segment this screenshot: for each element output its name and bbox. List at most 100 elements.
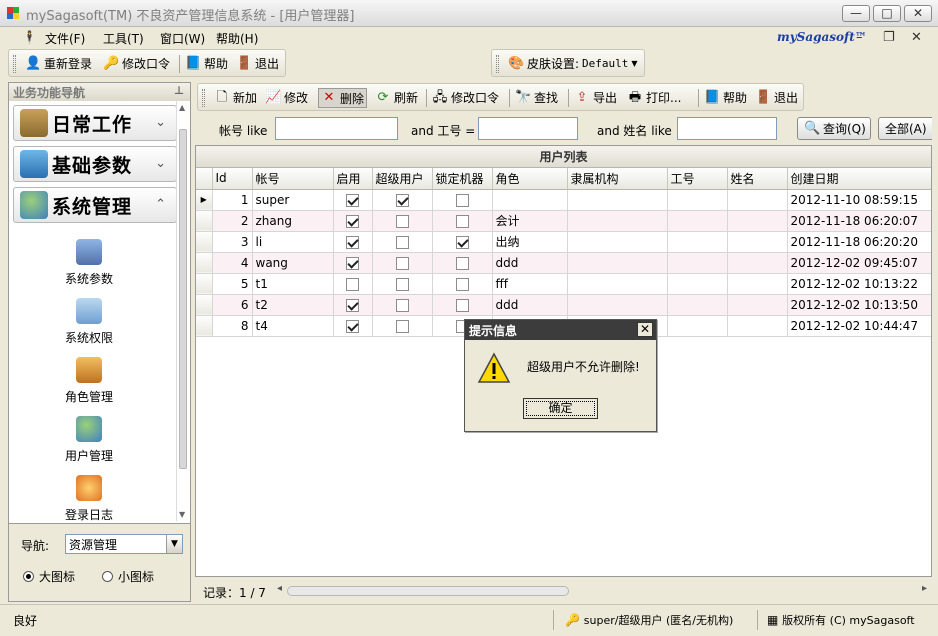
cell-empno[interactable] — [667, 231, 728, 253]
scroll-down-icon[interactable]: ▼ — [179, 510, 185, 519]
checkbox[interactable] — [395, 298, 409, 312]
category-basic-params[interactable]: 基础参数 ⌄ — [13, 146, 177, 182]
skin-dropdown[interactable]: 🎨 皮肤设置: Default ▼ — [508, 55, 638, 72]
radio-button[interactable] — [102, 571, 113, 582]
checkbox[interactable] — [455, 235, 469, 249]
cell-role[interactable] — [492, 189, 568, 211]
nav-system-permissions[interactable]: 系统权限 — [49, 298, 129, 346]
radio-small-icons[interactable]: 小图标 — [102, 568, 154, 585]
cell-super[interactable] — [372, 210, 433, 232]
scroll-left-icon[interactable]: ◂ — [277, 583, 282, 594]
cell-enabled[interactable] — [333, 273, 373, 295]
cell-account[interactable]: t4 — [252, 315, 334, 337]
all-button[interactable]: 全部(A) — [878, 117, 932, 140]
cell-super[interactable] — [372, 252, 433, 274]
checkbox[interactable] — [395, 235, 409, 249]
checkbox[interactable] — [346, 193, 359, 207]
dialog-close-button[interactable]: ✕ — [637, 322, 653, 337]
cell-empno[interactable] — [667, 273, 728, 295]
cell-locked[interactable] — [432, 252, 493, 274]
cell-super[interactable] — [372, 294, 433, 316]
cell-enabled[interactable] — [333, 231, 373, 253]
relogin-button[interactable]: 👤 重新登录 — [25, 55, 92, 72]
cell-name[interactable] — [727, 231, 788, 253]
checkbox[interactable] — [395, 256, 409, 270]
row-header[interactable] — [196, 315, 213, 337]
cell-created[interactable]: 2012-11-18 06:20:07 — [787, 210, 931, 232]
cell-name[interactable] — [727, 189, 788, 211]
cell-enabled[interactable] — [333, 252, 373, 274]
row-header[interactable] — [196, 252, 213, 274]
grid-hscrollbar[interactable]: ◂ ▸ — [277, 583, 927, 597]
cell-locked[interactable] — [432, 210, 493, 232]
table-row[interactable]: ▶ 1 super 2012-11-10 08:59:15 — [196, 189, 931, 211]
help-button[interactable]: 📘 帮助 — [704, 89, 747, 106]
row-header[interactable] — [196, 294, 213, 316]
cell-org[interactable] — [567, 294, 668, 316]
col-header-account[interactable]: 帐号 — [252, 168, 334, 190]
toolbar-grip[interactable] — [13, 55, 16, 73]
cell-account[interactable]: t1 — [252, 273, 334, 295]
cell-name[interactable] — [727, 315, 788, 337]
print-button[interactable]: 🖶 打印... — [627, 89, 682, 106]
col-header-locked[interactable]: 锁定机器 — [432, 168, 493, 190]
checkbox[interactable] — [455, 214, 469, 228]
cell-role[interactable]: fff — [492, 273, 568, 295]
cell-role[interactable]: ddd — [492, 252, 568, 274]
sidebar-scrollbar[interactable]: ▲ ▼ — [176, 101, 189, 521]
cell-org[interactable] — [567, 189, 668, 211]
cell-super[interactable] — [372, 189, 433, 211]
table-row[interactable]: 4 wang ddd 2012-12-02 09:45:07 — [196, 252, 931, 274]
empno-filter-input[interactable] — [478, 117, 578, 140]
cell-role[interactable]: ddd — [492, 294, 568, 316]
checkbox[interactable] — [455, 256, 469, 270]
cell-org[interactable] — [567, 252, 668, 274]
exit-button[interactable]: 🚪 退出 — [236, 55, 279, 72]
checkbox[interactable] — [395, 214, 409, 228]
table-row[interactable]: 6 t2 ddd 2012-12-02 10:13:50 — [196, 294, 931, 316]
menu-window[interactable]: 窗口(W) — [160, 30, 205, 47]
cell-org[interactable] — [567, 231, 668, 253]
col-header-org[interactable]: 隶属机构 — [567, 168, 668, 190]
checkbox[interactable] — [395, 277, 409, 291]
cell-role[interactable]: 出纳 — [492, 231, 568, 253]
maximize-button[interactable]: □ — [873, 5, 901, 22]
cell-name[interactable] — [727, 273, 788, 295]
change-password-button[interactable]: 🖧 修改口令 — [432, 89, 499, 106]
toolbar-grip[interactable] — [496, 55, 499, 73]
cell-id[interactable]: 1 — [212, 189, 253, 211]
cell-created[interactable]: 2012-12-02 10:13:22 — [787, 273, 931, 295]
row-header[interactable] — [196, 210, 213, 232]
cell-org[interactable] — [567, 273, 668, 295]
cell-super[interactable] — [372, 273, 433, 295]
col-header-empno[interactable]: 工号 — [667, 168, 728, 190]
cell-super[interactable] — [372, 231, 433, 253]
cell-id[interactable]: 6 — [212, 294, 253, 316]
cell-empno[interactable] — [667, 189, 728, 211]
mdi-restore-button[interactable]: ❐ — [883, 30, 895, 45]
new-button[interactable]: 🗋 新加 — [214, 89, 257, 106]
nav-role-management[interactable]: 角色管理 — [49, 357, 129, 405]
scroll-right-icon[interactable]: ▸ — [922, 583, 927, 594]
cell-id[interactable]: 2 — [212, 210, 253, 232]
scrollbar-thumb[interactable] — [179, 129, 187, 469]
cell-enabled[interactable] — [333, 315, 373, 337]
exit-button[interactable]: 🚪 退出 — [755, 89, 798, 106]
category-system-admin[interactable]: 系统管理 ⌃ — [13, 187, 177, 223]
cell-created[interactable]: 2012-12-02 10:13:50 — [787, 294, 931, 316]
cell-enabled[interactable] — [333, 294, 373, 316]
checkbox[interactable] — [346, 235, 359, 249]
cell-account[interactable]: li — [252, 231, 334, 253]
col-header-name[interactable]: 姓名 — [727, 168, 788, 190]
cell-enabled[interactable] — [333, 210, 373, 232]
nav-login-log[interactable]: 登录日志 — [49, 475, 129, 523]
export-button[interactable]: ⇪ 导出 — [574, 89, 617, 106]
cell-role[interactable]: 会计 — [492, 210, 568, 232]
mdi-close-button[interactable]: ✕ — [911, 30, 922, 45]
checkbox[interactable] — [455, 277, 469, 291]
category-daily-work[interactable]: 日常工作 ⌄ — [13, 105, 177, 141]
cell-empno[interactable] — [667, 315, 728, 337]
col-header-id[interactable]: Id — [212, 168, 253, 190]
radio-large-icons[interactable]: 大图标 — [23, 568, 75, 585]
cell-created[interactable]: 2012-12-02 10:44:47 — [787, 315, 931, 337]
